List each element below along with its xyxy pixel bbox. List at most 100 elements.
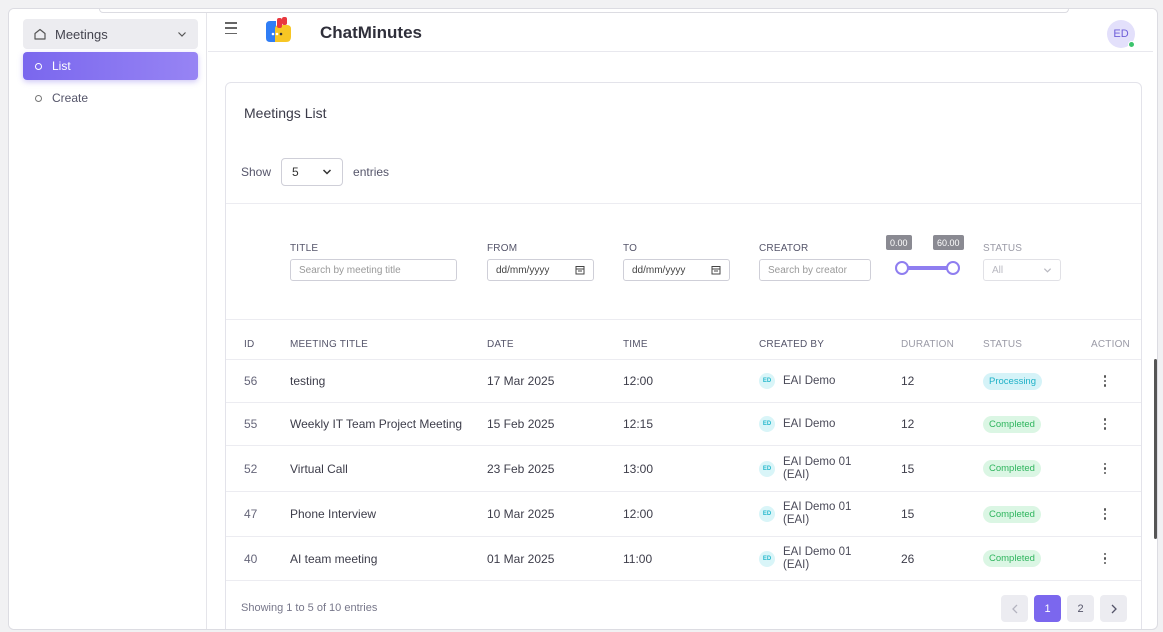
cell-id: 55	[244, 417, 258, 431]
app-title: ChatMinutes	[320, 23, 422, 42]
cell-title[interactable]: Weekly IT Team Project Meeting	[290, 403, 462, 445]
more-actions-icon[interactable]	[1097, 552, 1113, 565]
creator-org: (EAI)	[783, 558, 810, 571]
table-row[interactable]: 55 Weekly IT Team Project Meeting 15 Feb…	[226, 402, 1141, 445]
cell-title[interactable]: testing	[290, 360, 325, 402]
hamburger-menu-icon[interactable]	[225, 22, 237, 34]
cell-creator: ED EAI Demo	[759, 403, 835, 445]
sidebar-group-meetings[interactable]: Meetings	[23, 19, 198, 49]
title-search-placeholder: Search by meeting title	[299, 264, 401, 276]
card-title: Meetings List	[244, 105, 327, 121]
entries-per-page-select[interactable]: 5	[281, 158, 344, 186]
cell-duration: 12	[901, 374, 915, 388]
sidebar-item-create[interactable]: Create	[23, 84, 198, 112]
from-date-input[interactable]: dd/mm/yyyy	[487, 259, 594, 281]
creator-avatar: ED	[759, 416, 775, 432]
cell-time: 12:00	[623, 374, 654, 388]
cell-time: 12:15	[623, 417, 654, 431]
page-button-1[interactable]: 1	[1034, 595, 1061, 622]
cell-duration: 15	[901, 507, 915, 521]
creator-name: EAI Demo	[783, 417, 836, 430]
cell-date: 01 Mar 2025	[487, 551, 555, 566]
bullet-icon	[35, 62, 42, 70]
entries-summary: Showing 1 to 5 of 10 entries	[241, 602, 378, 614]
filter-to-label: TO	[623, 243, 638, 254]
cell-title[interactable]: Virtual Call	[290, 446, 348, 491]
chevron-right-icon	[1111, 604, 1117, 613]
duration-max-value: 60.00	[933, 235, 964, 250]
table-row[interactable]: 47 Phone Interview 10 Mar 2025 12:00 ED E…	[226, 491, 1141, 536]
more-actions-icon[interactable]	[1097, 462, 1113, 475]
column-header-duration[interactable]: DURATION	[901, 339, 954, 350]
entries-per-page-value: 5	[292, 165, 299, 179]
creator-org: (EAI)	[783, 468, 810, 481]
app-logo	[262, 15, 294, 47]
prev-page-button[interactable]	[1001, 595, 1028, 622]
sidebar-group-label: Meetings	[55, 26, 108, 42]
cell-creator: ED EAI Demo 01 (EAI)	[759, 492, 851, 536]
cell-time: 11:00	[623, 551, 653, 566]
status-filter-select[interactable]: All	[983, 259, 1061, 281]
status-badge: Processing	[983, 372, 1042, 390]
top-header: ChatMinutes ED	[208, 9, 1157, 52]
entries-label: entries	[353, 165, 390, 179]
chevron-down-icon	[323, 169, 332, 175]
filter-status-label: STATUS	[983, 243, 1023, 254]
cell-time: 13:00	[623, 461, 654, 476]
online-status-dot	[1128, 41, 1135, 48]
creator-name: EAI Demo 01	[783, 501, 852, 513]
more-actions-icon[interactable]	[1097, 418, 1113, 430]
avatar-initials: ED	[1113, 28, 1129, 40]
cell-creator: ED EAI Demo 01 (EAI)	[759, 446, 851, 491]
filter-creator-label: CREATOR	[759, 243, 809, 254]
cell-date: 17 Mar 2025	[487, 374, 555, 388]
cell-date: 10 Mar 2025	[487, 507, 555, 521]
cell-title[interactable]: AI team meeting	[290, 537, 377, 580]
table-row[interactable]: 40 AI team meeting 01 Mar 2025 11:00 ED E…	[226, 536, 1141, 581]
cell-time: 12:00	[623, 507, 654, 521]
page-scrollbar[interactable]	[1153, 29, 1157, 559]
column-header-created-by[interactable]: CREATED BY	[759, 339, 824, 350]
divider	[226, 319, 1141, 320]
scrollbar-thumb[interactable]	[1154, 359, 1157, 539]
calendar-icon[interactable]	[575, 265, 585, 275]
cell-id: 40	[244, 551, 258, 566]
cell-title[interactable]: Phone Interview	[290, 492, 376, 536]
creator-avatar: ED	[759, 373, 775, 389]
column-header-time[interactable]: TIME	[623, 339, 648, 350]
column-header-status[interactable]: STATUS	[983, 339, 1022, 350]
sidebar-item-list[interactable]: List	[23, 52, 198, 80]
calendar-icon[interactable]	[711, 265, 721, 275]
status-badge: Completed	[983, 415, 1041, 433]
to-date-input[interactable]: dd/mm/yyyy	[623, 259, 730, 281]
more-actions-icon[interactable]	[1097, 508, 1113, 520]
sidebar-item-label: List	[52, 59, 71, 73]
filter-title-label: TITLE	[290, 243, 319, 254]
cell-date: 15 Feb 2025	[487, 417, 555, 431]
sidebar: Meetings List Create	[9, 9, 207, 629]
duration-max-handle[interactable]	[946, 261, 960, 275]
table-row[interactable]: 52 Virtual Call 23 Feb 2025 13:00 ED EAI …	[226, 445, 1141, 491]
home-icon	[33, 27, 47, 41]
divider	[226, 203, 1141, 204]
creator-name: EAI Demo 01	[783, 545, 852, 558]
column-header-date[interactable]: DATE	[487, 339, 514, 350]
cell-creator: ED EAI Demo	[759, 360, 835, 402]
more-actions-icon[interactable]	[1097, 375, 1113, 387]
cell-duration: 26	[901, 551, 915, 566]
pagination: 1 2	[1001, 595, 1127, 622]
page-button-2[interactable]: 2	[1067, 595, 1094, 622]
duration-min-value: 0.00	[886, 235, 912, 250]
title-search-input[interactable]: Search by meeting title	[290, 259, 457, 281]
browser-tab-strip	[99, 9, 1069, 13]
column-header-id[interactable]: ID	[244, 339, 254, 350]
creator-search-input[interactable]: Search by creator	[759, 259, 871, 281]
show-label: Show	[241, 165, 272, 179]
status-badge: Completed	[983, 550, 1041, 567]
duration-min-handle[interactable]	[895, 261, 909, 275]
status-badge: Completed	[983, 460, 1041, 477]
user-avatar[interactable]: ED	[1107, 20, 1135, 48]
column-header-title[interactable]: MEETING TITLE	[290, 339, 368, 350]
next-page-button[interactable]	[1100, 595, 1127, 622]
table-row[interactable]: 56 testing 17 Mar 2025 12:00 ED EAI Demo …	[226, 359, 1141, 402]
